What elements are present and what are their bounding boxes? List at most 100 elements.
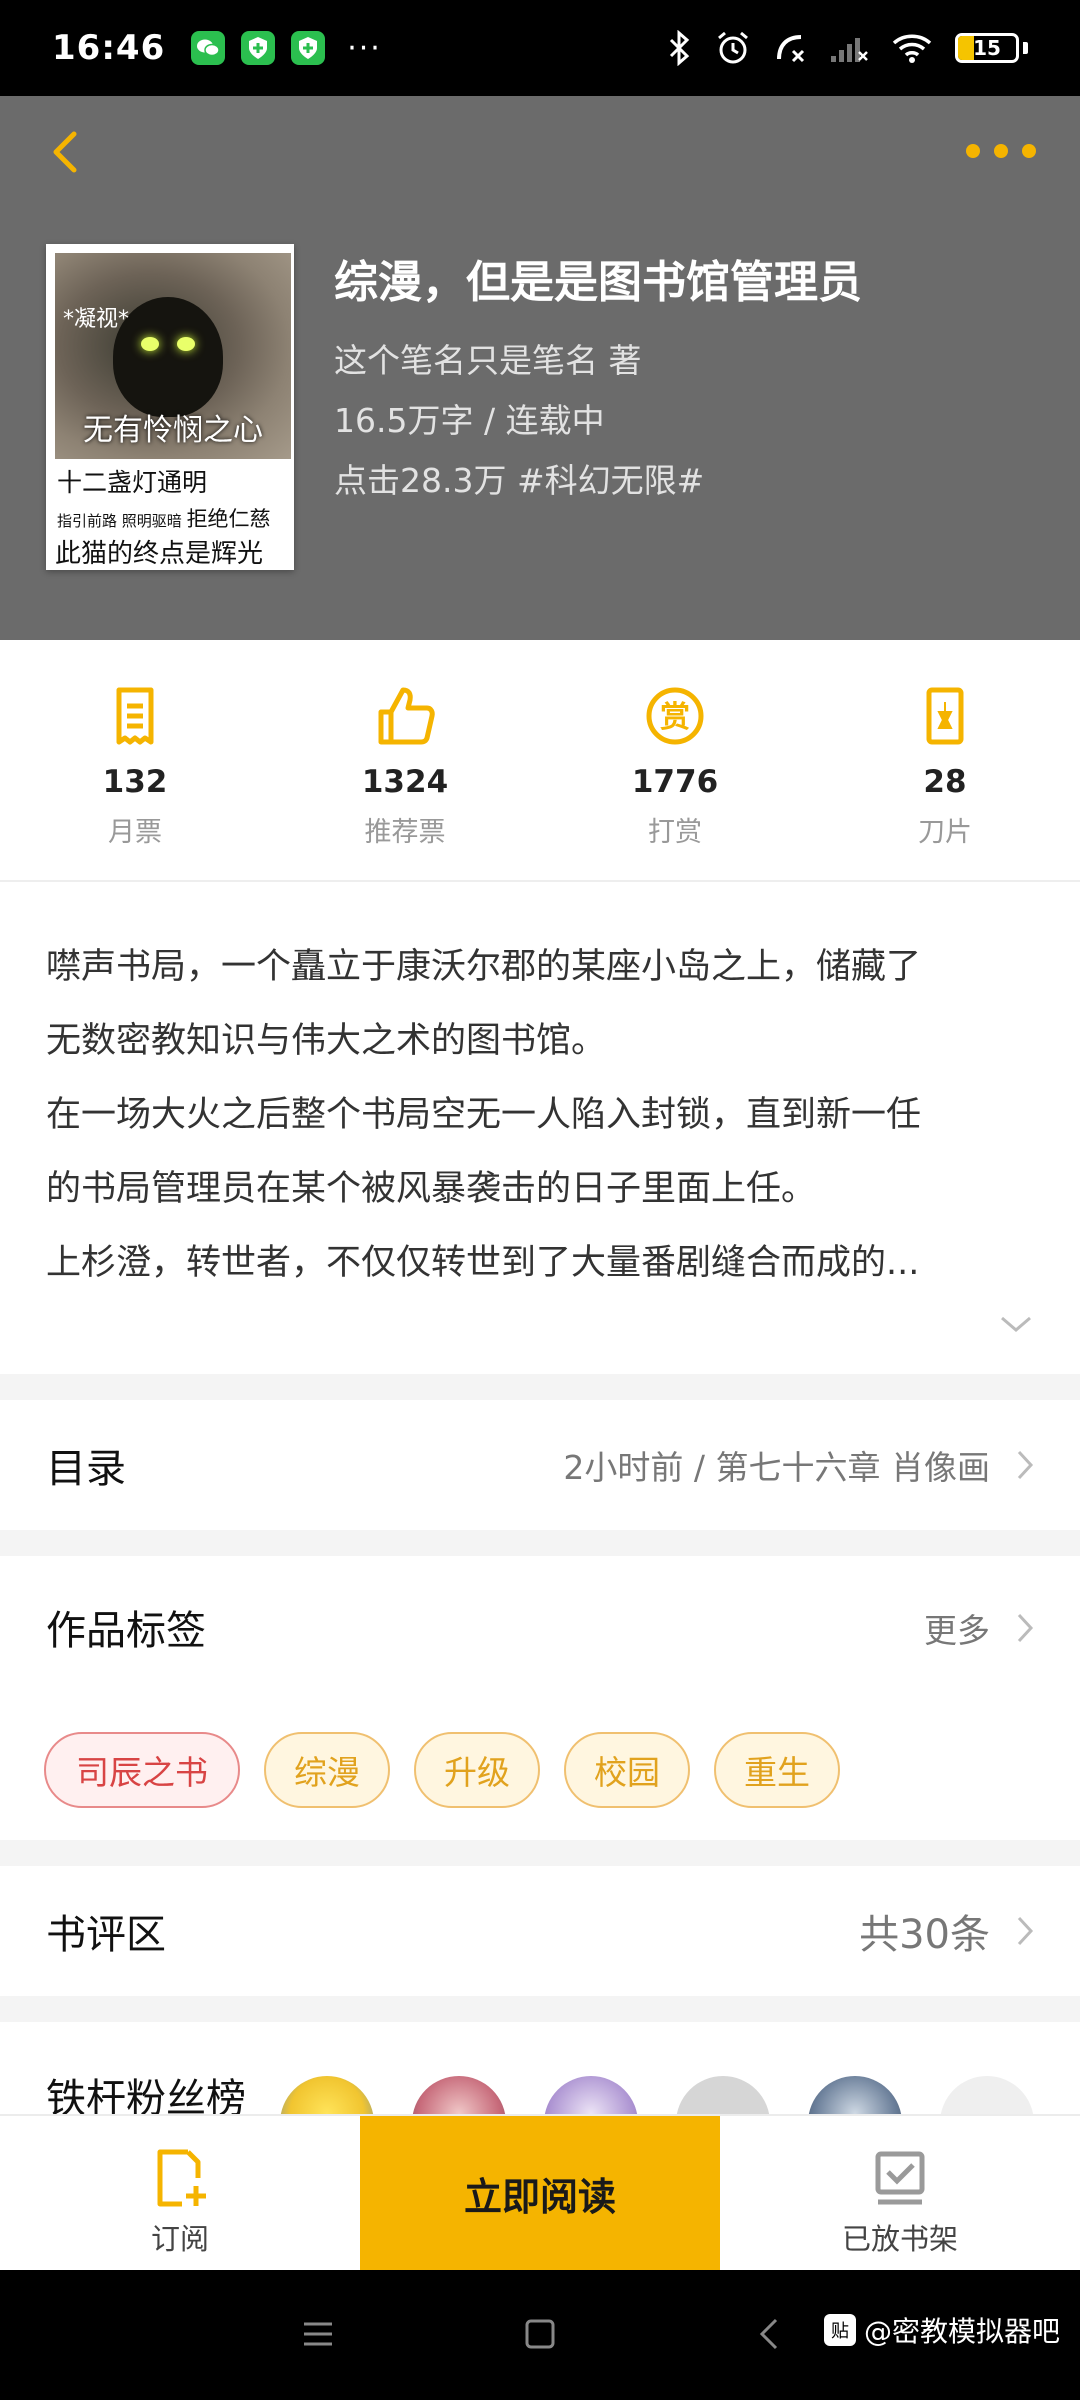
reviews-row[interactable]: 书评区 共30条 [0, 1866, 1080, 1996]
tag-chip[interactable]: 升级 [414, 1732, 540, 1808]
catalog-row[interactable]: 目录 2小时前 / 第七十六章 肖像画 [0, 1400, 1080, 1530]
chevron-left-icon [53, 131, 77, 173]
cover-image: *凝视* 无有怜悯之心 [55, 253, 291, 459]
read-now-button[interactable]: 立即阅读 [360, 2116, 720, 2270]
shield-icon [241, 31, 276, 65]
subscribe-label: 订阅 [150, 2222, 209, 2256]
tag-chip[interactable]: 校园 [564, 1732, 690, 1808]
watermark-text: @密教模拟器吧 [863, 2315, 1060, 2348]
cover-line-2-big: 拒绝仁慈 [186, 507, 271, 531]
cover-mid-text: 无有怜悯之心 [83, 413, 263, 448]
more-options-button[interactable] [966, 136, 1036, 166]
synopsis[interactable]: 噤声书局，一个矗立于康沃尔郡的某座小岛之上，储藏了 无数密教知识与伟大之术的图书… [46, 930, 1036, 1300]
chevron-right-icon [1017, 1916, 1034, 1946]
alarm-icon [718, 31, 748, 64]
stat-label: 打赏 [648, 817, 702, 848]
stat-recommend-ticket[interactable]: 1324 推荐票 [270, 640, 540, 880]
status-system-icons: 15 [667, 30, 1028, 66]
wechat-icon [191, 31, 226, 65]
tieba-logo-icon: 贴 [823, 2314, 856, 2346]
missed-call-icon [777, 35, 805, 63]
support-stats: 132 月票 1324 推荐票 赏 1776 打赏 28 刀片 [0, 640, 1080, 882]
more-dots-icon [966, 144, 980, 158]
back-nav-icon[interactable] [752, 2316, 788, 2352]
stat-reward[interactable]: 赏 1776 打赏 [540, 640, 810, 880]
back-button[interactable] [38, 122, 98, 182]
cover-line-2-small: 指引前路 照明驱暗 [57, 512, 182, 530]
latest-chapter: 2小时前 / 第七十六章 肖像画 [563, 1448, 990, 1487]
chevron-right-icon [1017, 1613, 1034, 1643]
stat-label: 刀片 [918, 817, 972, 848]
tags-more-button[interactable]: 更多 [924, 1604, 1034, 1652]
on-shelf-label: 已放书架 [841, 2222, 958, 2256]
battery-icon: 15 [955, 33, 1019, 63]
chevron-down-icon[interactable] [996, 1310, 1036, 1336]
book-title: 综漫，但是是图书馆管理员 [334, 257, 862, 308]
subscribe-button[interactable]: 订阅 [0, 2116, 360, 2270]
stat-value: 132 [102, 764, 168, 800]
book-header: *凝视* 无有怜悯之心 十二盏灯通明 指引前路 照明驱暗 拒绝仁慈 此猫的终点是… [0, 96, 1080, 640]
status-app-icons [191, 31, 326, 65]
svg-text:赏: 赏 [660, 700, 690, 735]
tag-chip[interactable]: 重生 [714, 1732, 840, 1808]
word-count-status: 16.5万字 / 连载中 [334, 401, 605, 440]
cat-eye [177, 337, 195, 351]
more-label: 更多 [924, 1611, 990, 1650]
stat-value: 1776 [631, 764, 719, 800]
section-divider [0, 1530, 1080, 1556]
book-cover[interactable]: *凝视* 无有怜悯之心 十二盏灯通明 指引前路 照明驱暗 拒绝仁慈 此猫的终点是… [46, 244, 294, 570]
wifi-icon [892, 34, 932, 63]
home-icon[interactable] [522, 2316, 558, 2352]
cat-figure [113, 297, 223, 417]
on-shelf-button[interactable]: 已放书架 [720, 2116, 1080, 2270]
battery-level-text: 15 [973, 36, 1001, 60]
cat-eye [141, 337, 159, 351]
no-signal-icon [831, 38, 868, 62]
stat-value: 1324 [361, 764, 449, 800]
tag-chip[interactable]: 司辰之书 [44, 1732, 240, 1808]
author-line[interactable]: 这个笔名只是笔名 著 [334, 334, 642, 382]
section-divider [0, 1840, 1080, 1866]
cover-line-2: 指引前路 照明驱暗 拒绝仁慈 [57, 503, 271, 533]
shield-icon [291, 31, 326, 65]
catalog-latest: 2小时前 / 第七十六章 肖像画 [563, 1441, 1034, 1489]
reviews-title: 书评区 [46, 1912, 166, 1958]
tag-list: 司辰之书 综漫 升级 校园 重生 [44, 1732, 840, 1808]
synopsis-line: 上杉澄，转世者，不仅仅转世到了大量番剧缝合而成的... [46, 1243, 920, 1283]
subscribe-icon [157, 2149, 206, 2207]
reward-icon: 赏 [646, 687, 704, 745]
watermark: 贴 @密教模拟器吧 [823, 2310, 1060, 2350]
cover-line-1: 十二盏灯通明 [57, 468, 208, 497]
battery-cap [1023, 42, 1028, 54]
menu-icon[interactable] [300, 2316, 336, 2352]
thumbs-up-icon [378, 687, 435, 745]
chevron-right-icon [1017, 1450, 1034, 1480]
more-dots-icon [994, 144, 1008, 158]
tag-chip[interactable]: 综漫 [264, 1732, 390, 1808]
stat-value: 28 [923, 764, 967, 800]
synopsis-line: 的书局管理员在某个被风暴袭击的日子里面上任。 [46, 1169, 817, 1209]
status-more-indicator: ··· [347, 30, 382, 66]
battery-level-fill [958, 36, 975, 60]
clicks-genre-tag: 点击28.3万 #科幻无限# [334, 461, 705, 500]
synopsis-line: 无数密教知识与伟大之术的图书馆。 [46, 1021, 607, 1061]
bluetooth-icon [669, 30, 690, 66]
bookshelf-check-icon [875, 2151, 925, 2205]
synopsis-line: 在一场大火之后整个书局空无一人陷入封锁，直到新一任 [46, 1095, 922, 1135]
stat-label: 月票 [108, 817, 162, 848]
cover-line-3: 此猫的终点是辉光 [55, 539, 264, 569]
more-dots-icon [1022, 144, 1036, 158]
stat-monthly-ticket[interactable]: 132 月票 [0, 640, 270, 880]
stat-blade[interactable]: 28 刀片 [810, 640, 1080, 880]
section-divider [0, 1996, 1080, 2022]
status-bar: 16:46 ··· 15 [0, 0, 1080, 96]
stat-label: 推荐票 [364, 817, 446, 848]
catalog-title: 目录 [46, 1446, 126, 1492]
cover-top-text: *凝视* [63, 307, 130, 332]
blade-icon [926, 687, 964, 745]
reviews-count: 共30条 [859, 1902, 1034, 1960]
bottom-action-bar: 订阅 立即阅读 已放书架 [0, 2114, 1080, 2270]
section-divider [0, 1374, 1080, 1400]
status-time: 16:46 [52, 28, 166, 68]
review-count: 共30条 [859, 1912, 990, 1958]
